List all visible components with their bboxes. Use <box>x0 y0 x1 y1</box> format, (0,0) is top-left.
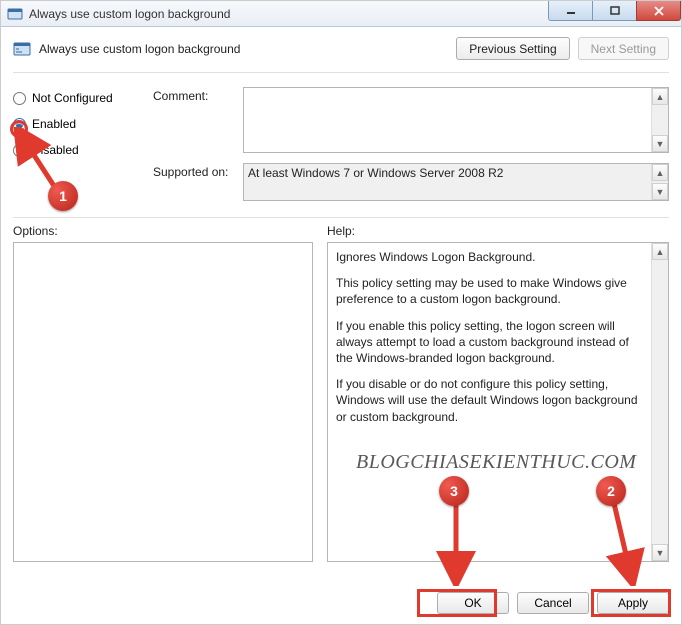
header-title: Always use custom logon background <box>39 42 240 56</box>
scrollbar[interactable]: ▲ ▼ <box>651 88 668 152</box>
divider <box>13 217 669 218</box>
scrollbar[interactable]: ▲ ▼ <box>651 164 668 200</box>
radio-enabled-input[interactable] <box>13 118 26 131</box>
help-pane: Ignores Windows Logon Background. This p… <box>327 242 669 562</box>
radio-label: Disabled <box>32 143 79 157</box>
cancel-button[interactable]: Cancel <box>517 592 589 614</box>
scroll-down-icon[interactable]: ▼ <box>652 183 668 200</box>
radio-label: Not Configured <box>32 91 113 105</box>
radio-not-configured-input[interactable] <box>13 92 26 105</box>
comment-label: Comment: <box>153 87 243 103</box>
radio-label: Enabled <box>32 117 76 131</box>
close-button[interactable] <box>636 1 681 21</box>
apply-button[interactable]: Apply <box>597 592 669 614</box>
scroll-down-icon[interactable]: ▼ <box>652 135 668 152</box>
help-paragraph: If you enable this policy setting, the l… <box>336 318 643 367</box>
radio-not-configured[interactable]: Not Configured <box>13 91 153 105</box>
options-label: Options: <box>13 224 313 238</box>
supported-on-label: Supported on: <box>153 163 243 179</box>
header: Always use custom logon background Previ… <box>1 27 681 66</box>
state-radios: Not Configured Enabled Disabled <box>13 87 153 211</box>
scroll-up-icon[interactable]: ▲ <box>652 164 668 181</box>
help-paragraph: This policy setting may be used to make … <box>336 275 643 307</box>
supported-on-wrap: ▲ ▼ <box>243 163 669 201</box>
scroll-down-icon[interactable]: ▼ <box>652 544 668 561</box>
radio-disabled[interactable]: Disabled <box>13 143 153 157</box>
radio-enabled[interactable]: Enabled <box>13 117 153 131</box>
ok-button[interactable]: OK <box>437 592 509 614</box>
comment-field[interactable] <box>244 88 651 152</box>
comment-field-wrap: ▲ ▼ <box>243 87 669 153</box>
scroll-up-icon[interactable]: ▲ <box>652 88 668 105</box>
scrollbar[interactable]: ▲ ▼ <box>651 243 668 561</box>
radio-disabled-input[interactable] <box>13 144 26 157</box>
next-setting-button[interactable]: Next Setting <box>578 37 669 60</box>
policy-icon <box>13 40 31 58</box>
options-content <box>14 243 312 561</box>
options-pane <box>13 242 313 562</box>
supported-on-field <box>244 164 651 200</box>
help-label: Help: <box>327 224 669 238</box>
window-title: Always use custom logon background <box>29 7 230 21</box>
maximize-button[interactable] <box>592 1 637 21</box>
footer-buttons: OK Cancel Apply <box>437 592 669 614</box>
help-content: Ignores Windows Logon Background. This p… <box>328 243 651 561</box>
scroll-up-icon[interactable]: ▲ <box>652 243 668 260</box>
help-paragraph: If you disable or do not configure this … <box>336 376 643 425</box>
app-icon <box>7 6 23 22</box>
minimize-button[interactable] <box>548 1 593 21</box>
titlebar: Always use custom logon background <box>1 1 681 27</box>
previous-setting-button[interactable]: Previous Setting <box>456 37 569 60</box>
divider <box>13 72 669 73</box>
help-paragraph: Ignores Windows Logon Background. <box>336 249 643 265</box>
